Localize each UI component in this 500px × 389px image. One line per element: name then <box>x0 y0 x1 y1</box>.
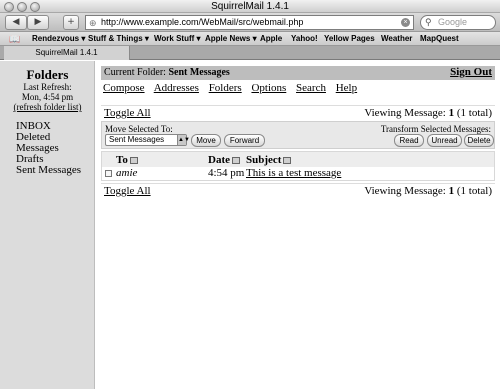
transform-label: Transform Selected Messages: <box>380 124 491 134</box>
tab-squirrelmail[interactable]: SquirrelMail 1.4.1 <box>4 46 130 60</box>
message-date: 4:54 pm <box>208 167 245 179</box>
plus-icon: + <box>67 17 75 27</box>
last-refresh-time: Mon, 4:54 pm <box>21 92 74 102</box>
forward-arrow-icon: ▶ <box>34 17 42 27</box>
menu-addresses[interactable]: Addresses <box>154 82 199 94</box>
menu-options[interactable]: Options <box>251 82 286 94</box>
minimize-window-icon[interactable] <box>17 2 27 12</box>
stop-icon[interactable]: × <box>401 18 410 27</box>
bookmark-yahoo[interactable]: Yahoo! <box>291 32 318 46</box>
folder-header: Current Folder: Sent Messages Sign Out <box>101 66 495 80</box>
column-subject[interactable]: Subject <box>246 154 292 166</box>
bookmark-work-stuff[interactable]: Work Stuff ▾ <box>154 32 201 46</box>
zoom-window-icon[interactable] <box>30 2 40 12</box>
menu-compose[interactable]: Compose <box>103 82 145 94</box>
move-button[interactable]: Move <box>191 134 221 147</box>
refresh-folder-list-link[interactable]: (refresh folder list) <box>14 102 82 112</box>
magnifier-icon: ⚲ <box>425 17 432 27</box>
menu-help[interactable]: Help <box>336 82 357 94</box>
message-pane: Current Folder: Sent Messages Sign Out C… <box>96 61 500 389</box>
message-actions-bar: Move Selected To: Sent Messages ▲▼ Move … <box>101 121 495 149</box>
delete-button[interactable]: Delete <box>464 134 494 147</box>
viewing-message-status: Viewing Message: 1 (1 total) <box>364 185 492 197</box>
menu-search[interactable]: Search <box>296 82 326 94</box>
main-menu: Compose Addresses Folders Options Search… <box>103 82 364 94</box>
bookmark-weather[interactable]: Weather <box>381 32 412 46</box>
mark-read-button[interactable]: Read <box>394 134 424 147</box>
folders-title: Folders <box>26 67 69 82</box>
book-icon[interactable]: 📖 <box>9 32 20 46</box>
globe-icon: ⊕ <box>89 18 97 28</box>
bookmark-yellow-pages[interactable]: Yellow Pages <box>324 32 375 46</box>
search-placeholder: Google <box>438 17 468 27</box>
window-titlebar: SquirrelMail 1.4.1 <box>0 0 500 13</box>
list-nav-bottom: Toggle All Viewing Message: 1 (1 total) <box>101 183 495 197</box>
move-selected-label: Move Selected To: <box>105 124 173 134</box>
sort-icon[interactable] <box>283 156 292 164</box>
forward-message-button[interactable]: Forward <box>224 134 265 147</box>
window-title: SquirrelMail 1.4.1 <box>211 1 289 12</box>
bookmark-mapquest[interactable]: MapQuest <box>420 32 459 46</box>
forward-button[interactable]: ▶ <box>27 15 49 30</box>
close-window-icon[interactable] <box>4 2 14 12</box>
select-arrows-icon: ▲▼ <box>177 135 190 145</box>
message-to: amie <box>116 167 138 179</box>
bookmark-rendezvous[interactable]: Rendezvous ▾ <box>32 32 85 46</box>
message-table: To Date Subject amie 4:54 pm This is a t… <box>101 151 495 181</box>
current-folder-name: Sent Messages <box>168 67 230 78</box>
folder-sent-messages[interactable]: Sent Messages <box>16 165 94 176</box>
browser-toolbar: ◀ ▶ + ⊕ http://www.example.com/WebMail/s… <box>0 13 500 32</box>
refresh-info: Last Refresh: Mon, 4:54 pm (refresh fold… <box>0 82 95 112</box>
back-button[interactable]: ◀ <box>5 15 27 30</box>
sort-icon[interactable] <box>129 156 138 164</box>
bookmark-apple-news[interactable]: Apple News ▾ <box>205 32 257 46</box>
column-to[interactable]: To <box>116 154 138 166</box>
toggle-all-link[interactable]: Toggle All <box>104 185 151 197</box>
folder-sidebar: Folders Last Refresh: Mon, 4:54 pm (refr… <box>0 61 95 389</box>
table-row[interactable]: amie 4:54 pm This is a test message <box>102 167 494 180</box>
list-nav-top: Toggle All Viewing Message: 1 (1 total) <box>101 105 495 119</box>
last-refresh-label: Last Refresh: <box>23 82 72 92</box>
bookmark-apple[interactable]: Apple <box>260 32 282 46</box>
bookmark-stuff-things[interactable]: Stuff & Things ▾ <box>88 32 149 46</box>
viewing-message-status: Viewing Message: 1 (1 total) <box>364 107 492 119</box>
sign-out-link[interactable]: Sign Out <box>450 66 492 78</box>
sort-icon[interactable] <box>232 156 240 164</box>
back-arrow-icon: ◀ <box>12 17 20 27</box>
message-checkbox[interactable] <box>105 170 112 177</box>
current-folder: Current Folder: Sent Messages <box>104 67 230 78</box>
mark-unread-button[interactable]: Unread <box>427 134 462 147</box>
column-date[interactable]: Date <box>208 154 240 166</box>
toggle-all-link[interactable]: Toggle All <box>104 107 151 119</box>
search-field[interactable]: ⚲ Google <box>420 15 496 30</box>
new-tab-button[interactable]: + <box>63 15 79 30</box>
current-folder-label: Current Folder: <box>104 67 166 78</box>
menu-folders[interactable]: Folders <box>209 82 242 94</box>
message-subject-link[interactable]: This is a test message <box>246 167 341 179</box>
address-bar[interactable]: ⊕ http://www.example.com/WebMail/src/web… <box>85 15 414 30</box>
folder-deleted-messages[interactable]: Deleted Messages <box>16 132 94 154</box>
bookmarks-bar: 📖 Rendezvous ▾ Stuff & Things ▾ Work Stu… <box>0 32 500 46</box>
tab-bar: SquirrelMail 1.4.1 <box>0 46 500 60</box>
address-text: http://www.example.com/WebMail/src/webma… <box>101 17 304 27</box>
folder-list: INBOX Deleted Messages Drafts Sent Messa… <box>16 121 94 176</box>
move-target-select[interactable]: Sent Messages ▲▼ <box>105 134 190 146</box>
